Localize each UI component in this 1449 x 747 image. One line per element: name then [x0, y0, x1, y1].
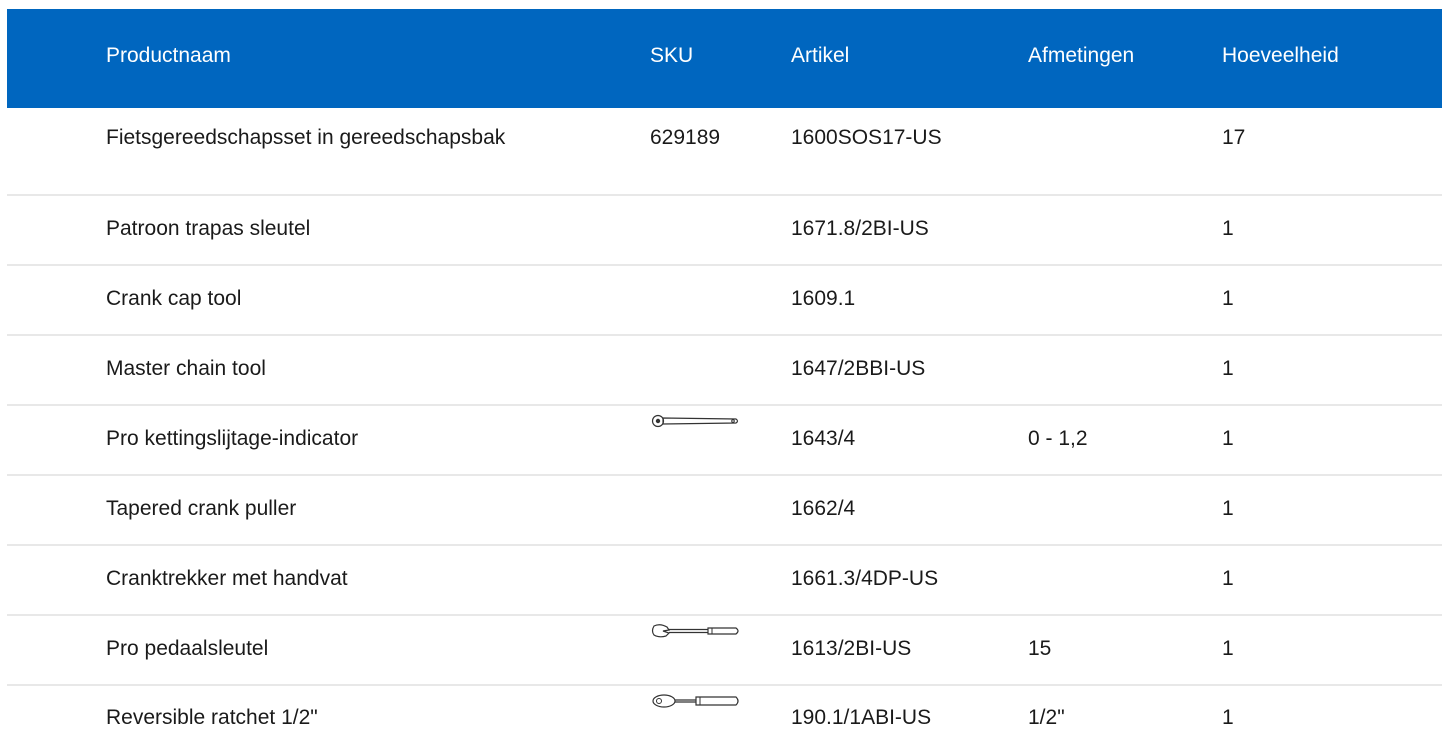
cell-dimensions: 1/2": [1028, 706, 1065, 729]
table-row[interactable]: Reversible ratchet 1/2" 190.1/1ABI-US 1/…: [7, 686, 1442, 746]
cell-article: 1662/4: [791, 497, 856, 520]
cell-quantity: 1: [1222, 567, 1234, 590]
table-row[interactable]: Pro pedaalsleutel 1613/2BI-US 15 1: [7, 616, 1442, 686]
cell-article: 1643/4: [791, 427, 856, 450]
ratchet-icon: [652, 694, 739, 708]
cell-quantity: 1: [1222, 287, 1234, 310]
cell-name: Fietsgereedschapsset in gereedschapsbak: [106, 126, 506, 149]
table-row[interactable]: Patroon trapas sleutel 1671.8/2BI-US 1: [7, 196, 1442, 266]
cell-article: 1671.8/2BI-US: [791, 217, 929, 240]
cell-name: Cranktrekker met handvat: [106, 567, 348, 590]
table-row[interactable]: Cranktrekker met handvat 1661.3/4DP-US 1: [7, 546, 1442, 616]
column-header-article[interactable]: Artikel: [791, 9, 849, 102]
table-row[interactable]: Master chain tool 1647/2BBI-US 1: [7, 336, 1442, 406]
column-header-name[interactable]: Productnaam: [106, 9, 231, 102]
cell-quantity: 1: [1222, 637, 1234, 660]
cell-quantity: 1: [1222, 217, 1234, 240]
cell-sku: 629189: [650, 126, 721, 149]
cell-quantity: 1: [1222, 357, 1234, 380]
chain-wear-indicator-icon: [651, 414, 739, 428]
cell-quantity: 1: [1222, 497, 1234, 520]
cell-name: Pro pedaalsleutel: [106, 637, 269, 660]
product-table: Productnaam SKU Artikel Afmetingen Hoeve…: [7, 9, 1442, 746]
column-header-sku[interactable]: SKU: [650, 9, 693, 102]
cell-name: Patroon trapas sleutel: [106, 217, 311, 240]
cell-article: 190.1/1ABI-US: [791, 706, 932, 729]
cell-article: 1661.3/4DP-US: [791, 567, 939, 590]
cell-article: 1647/2BBI-US: [791, 357, 926, 380]
cell-quantity: 17: [1222, 126, 1246, 149]
cell-quantity: 1: [1222, 706, 1234, 729]
pedal-wrench-icon: [651, 624, 739, 638]
table-row[interactable]: Fietsgereedschapsset in gereedschapsbak …: [7, 108, 1442, 196]
table-row[interactable]: Tapered crank puller 1662/4 1: [7, 476, 1442, 546]
cell-name: Master chain tool: [106, 357, 266, 380]
column-header-dimensions[interactable]: Afmetingen: [1028, 9, 1134, 102]
cell-article: 1613/2BI-US: [791, 637, 912, 660]
cell-article: 1609.1: [791, 287, 856, 310]
cell-name: Tapered crank puller: [106, 497, 297, 520]
column-header-quantity[interactable]: Hoeveelheid: [1222, 9, 1339, 102]
cell-name: Crank cap tool: [106, 287, 242, 310]
table-row[interactable]: Pro kettingslijtage-indicator 1643/4 0 -…: [7, 406, 1442, 476]
table-header: Productnaam SKU Artikel Afmetingen Hoeve…: [7, 9, 1442, 108]
cell-dimensions: 0 - 1,2: [1028, 427, 1088, 450]
cell-name: Pro kettingslijtage-indicator: [106, 427, 359, 450]
cell-article: 1600SOS17-US: [791, 126, 942, 149]
table-row[interactable]: Crank cap tool 1609.1 1: [7, 266, 1442, 336]
cell-name: Reversible ratchet 1/2": [106, 706, 318, 729]
cell-quantity: 1: [1222, 427, 1234, 450]
cell-dimensions: 15: [1028, 637, 1052, 660]
